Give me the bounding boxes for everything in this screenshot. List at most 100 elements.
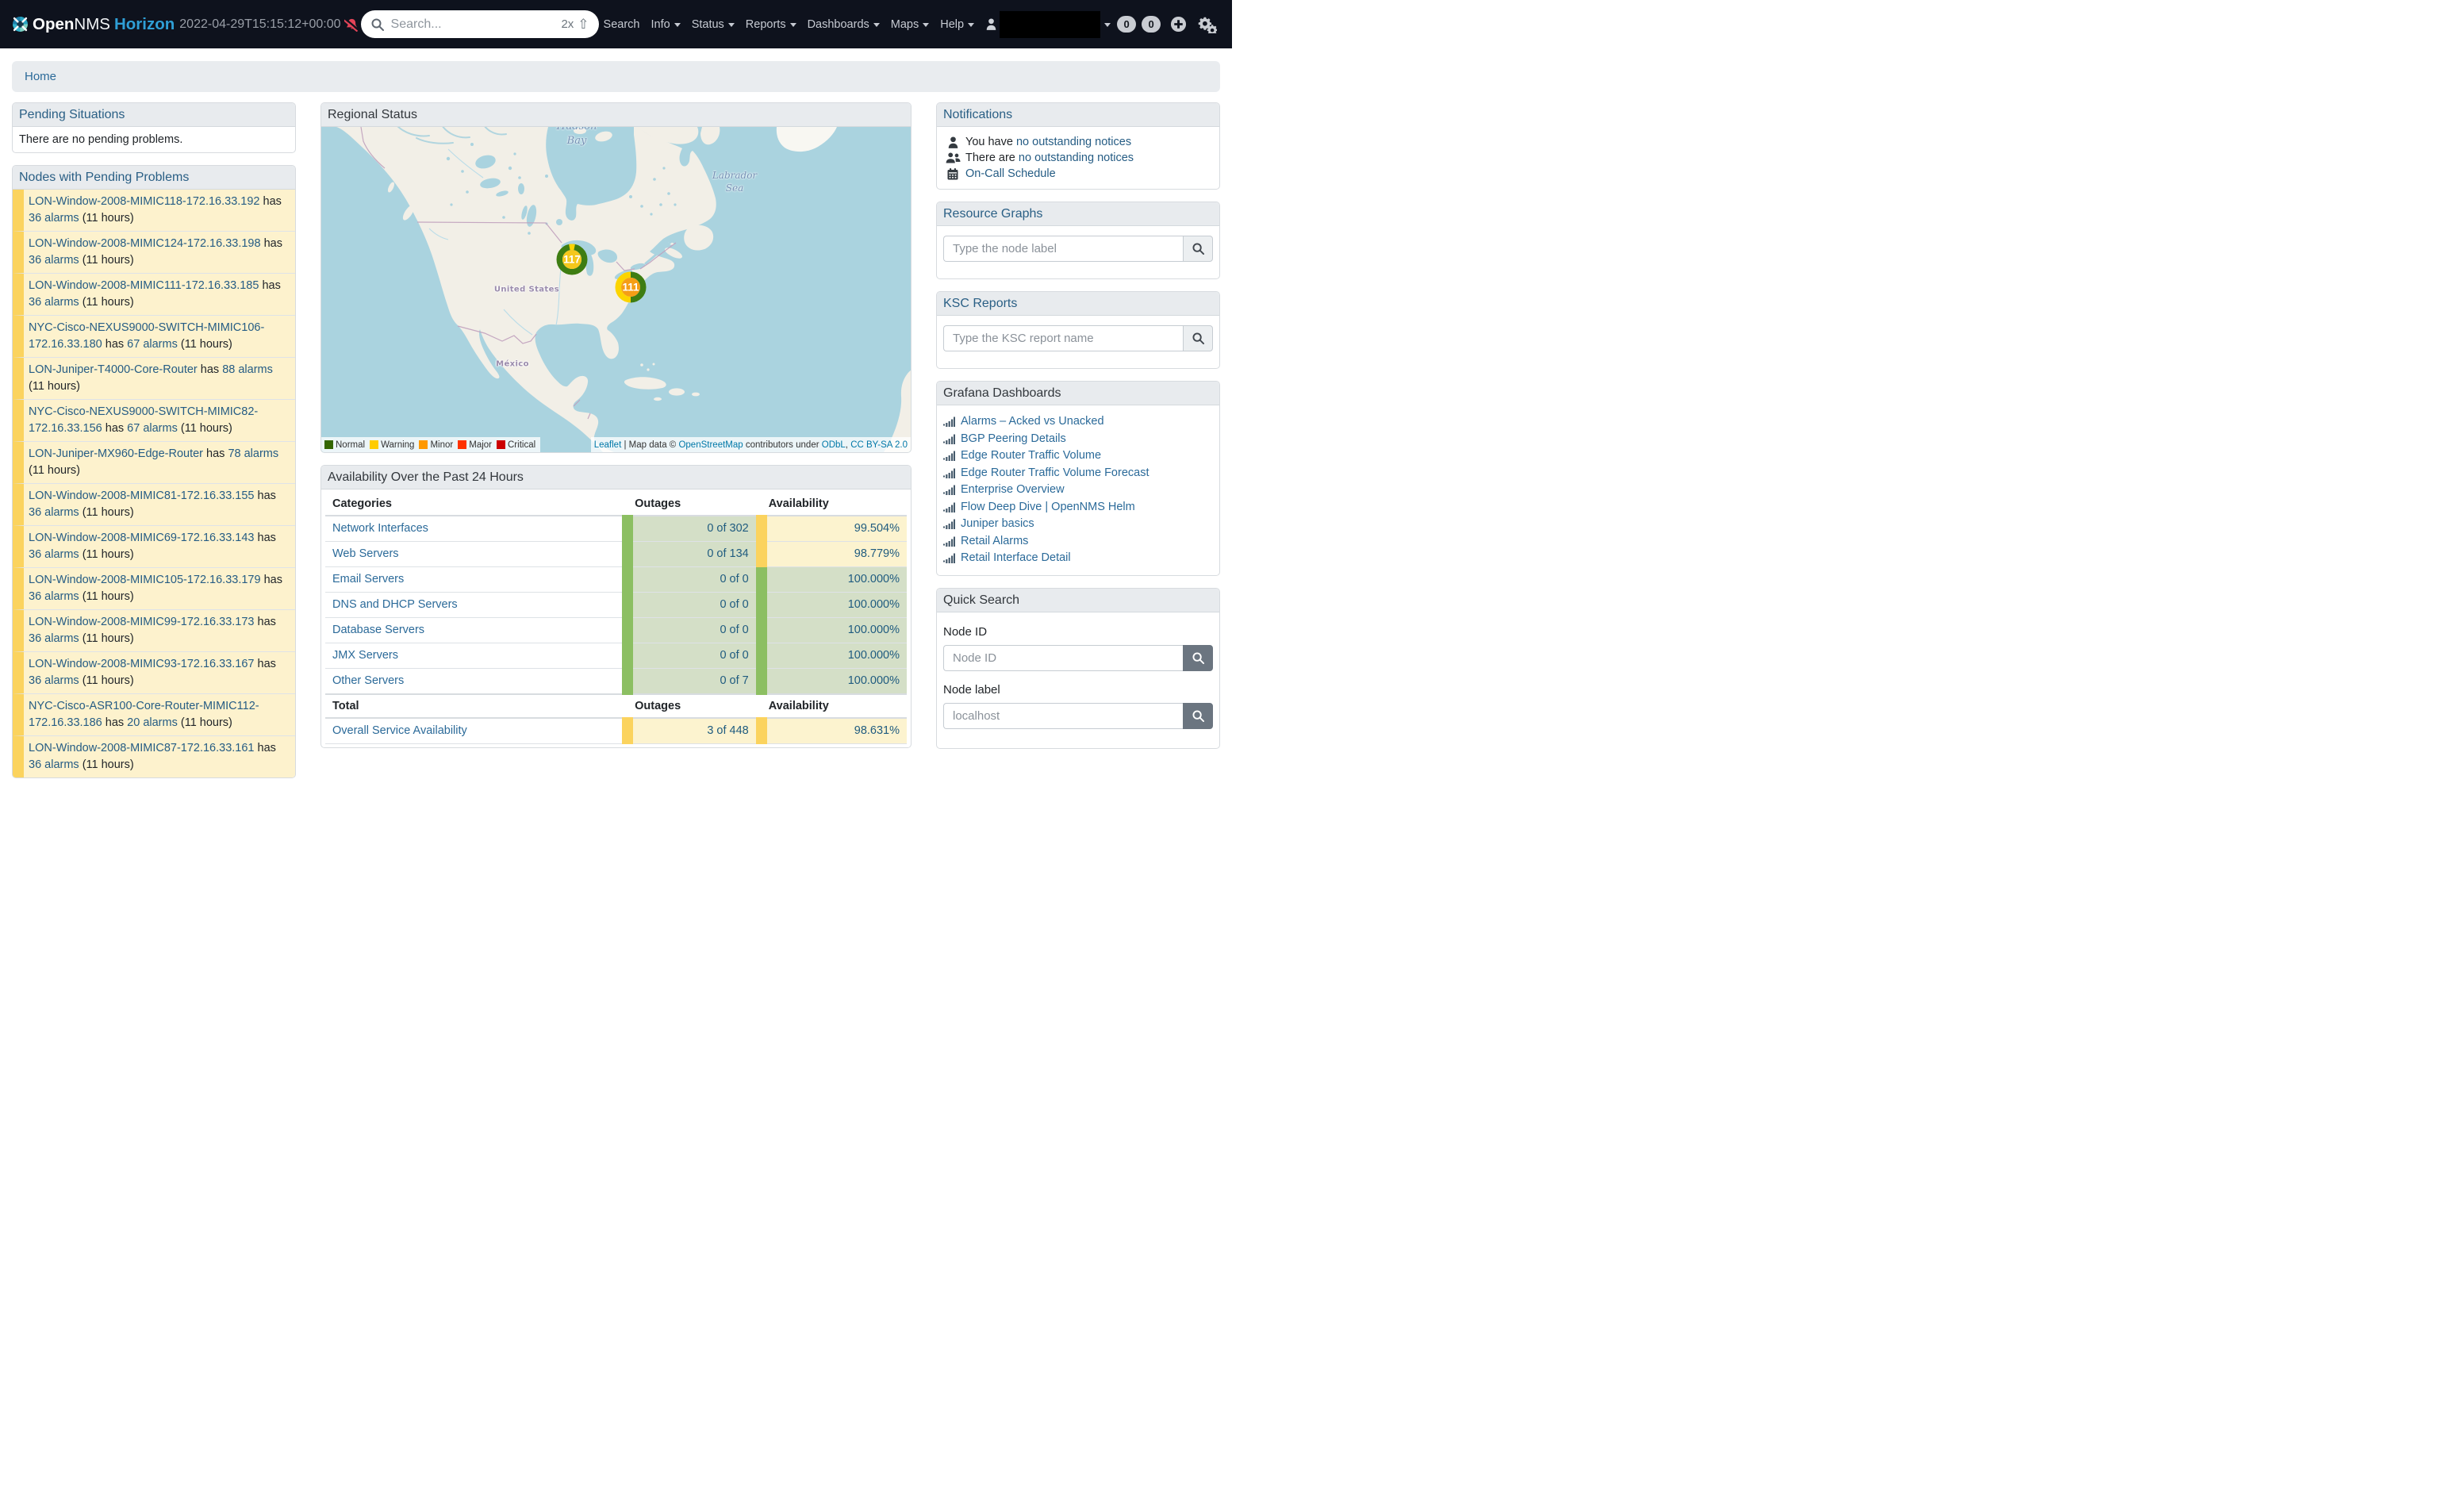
grafana-dashboard-link[interactable]: Alarms – Acked vs Unacked <box>961 413 1104 431</box>
alarms-link[interactable]: 36 alarms <box>29 548 79 561</box>
node-id-search-button[interactable] <box>1183 645 1213 671</box>
leaflet-link[interactable]: Leaflet <box>594 440 622 450</box>
node-link[interactable]: LON-Window-2008-MIMIC111-172.16.33.185 <box>29 279 259 292</box>
grafana-dashboard-link[interactable]: Edge Router Traffic Volume <box>961 447 1101 465</box>
user-notices-link[interactable]: no outstanding notices <box>1016 136 1131 148</box>
legend-label: Major <box>469 440 492 450</box>
user-menu[interactable] <box>986 11 1111 38</box>
nav-item-status[interactable]: Status <box>686 18 740 31</box>
node-link[interactable]: LON-Window-2008-MIMIC81-172.16.33.155 <box>29 489 255 502</box>
node-link[interactable]: LON-Window-2008-MIMIC124-172.16.33.198 <box>29 237 261 250</box>
nav-item-dashboards[interactable]: Dashboards <box>802 18 885 31</box>
alarms-link[interactable]: 36 alarms <box>29 758 79 771</box>
oncall-schedule-link[interactable]: On-Call Schedule <box>965 167 1056 180</box>
grafana-dashboard-link[interactable]: Retail Alarms <box>961 533 1028 551</box>
nav-item-info[interactable]: Info <box>646 18 686 31</box>
notifications-muted-bell-icon[interactable] <box>344 17 359 32</box>
quick-add-button[interactable] <box>1170 16 1187 33</box>
grafana-dashboard-link[interactable]: Edge Router Traffic Volume Forecast <box>961 465 1149 482</box>
resource-graphs-search-input[interactable] <box>943 236 1183 262</box>
notice-count-badge[interactable]: 0 <box>1117 16 1136 33</box>
ksc-search-button[interactable] <box>1183 325 1213 351</box>
grafana-dashboard-link[interactable]: Flow Deep Dive | OpenNMS Helm <box>961 499 1135 516</box>
alarms-link[interactable]: 36 alarms <box>29 590 79 603</box>
alarms-link[interactable]: 78 alarms <box>228 447 278 460</box>
map-marker-117[interactable]: 117 <box>557 244 588 275</box>
notifications-title[interactable]: Notifications <box>943 108 1012 121</box>
nav-item-help[interactable]: Help <box>935 18 980 31</box>
nav-item-reports[interactable]: Reports <box>740 18 802 31</box>
bar-chart-icon <box>943 451 957 461</box>
users-icon <box>945 152 961 163</box>
username-redacted <box>1000 11 1100 38</box>
node-id-input[interactable] <box>943 645 1183 671</box>
user-notices-text: You have no outstanding notices <box>965 134 1131 150</box>
global-search[interactable]: 2x⇧ <box>361 10 599 38</box>
legend-normal-swatch <box>324 440 333 449</box>
brand[interactable]: OpenNMSHorizon <box>13 15 175 34</box>
pending-situations-body: There are no pending problems. <box>13 127 295 152</box>
grafana-dashboard-link[interactable]: BGP Peering Details <box>961 431 1066 448</box>
table-row: Email Servers 0 of 0 100.000% <box>325 567 907 593</box>
category-link[interactable]: DNS and DHCP Servers <box>332 598 458 611</box>
alarms-link[interactable]: 20 alarms <box>127 716 178 729</box>
search-input[interactable] <box>391 17 562 32</box>
node-link[interactable]: LON-Window-2008-MIMIC105-172.16.33.179 <box>29 574 261 586</box>
grafana-dashboard-link[interactable]: Enterprise Overview <box>961 482 1065 499</box>
map-marker-111[interactable]: 111 <box>616 272 647 303</box>
category-link[interactable]: Network Interfaces <box>332 522 428 535</box>
osm-link[interactable]: OpenStreetMap <box>678 440 743 450</box>
search-icon <box>1192 332 1204 344</box>
alarms-link[interactable]: 36 alarms <box>29 212 79 225</box>
resource-graphs-title[interactable]: Resource Graphs <box>943 207 1042 221</box>
quick-search-panel: Quick Search Node ID Node label <box>936 588 1220 749</box>
nav-item-maps[interactable]: Maps <box>885 18 935 31</box>
navbar-timestamp: 2022-04-29T15:15:12+00:00 <box>179 17 340 32</box>
pending-situations-title[interactable]: Pending Situations <box>19 108 125 121</box>
node-label-input[interactable] <box>943 703 1183 729</box>
admin-gear-button[interactable] <box>1196 16 1217 33</box>
alarms-link[interactable]: 36 alarms <box>29 254 79 267</box>
odbl-link[interactable]: ODbL <box>822 440 846 450</box>
alarms-link[interactable]: 36 alarms <box>29 632 79 645</box>
node-label-search-button[interactable] <box>1183 703 1213 729</box>
category-link[interactable]: Email Servers <box>332 573 404 585</box>
ksc-reports-title[interactable]: KSC Reports <box>943 297 1017 310</box>
all-notices-link[interactable]: no outstanding notices <box>1019 152 1134 164</box>
node-link[interactable]: LON-Window-2008-MIMIC69-172.16.33.143 <box>29 532 255 544</box>
overall-availability-link[interactable]: Overall Service Availability <box>332 724 467 737</box>
grafana-dashboard-link[interactable]: Retail Interface Detail <box>961 550 1071 567</box>
alarms-link[interactable]: 36 alarms <box>29 296 79 309</box>
category-link[interactable]: JMX Servers <box>332 649 398 662</box>
alarms-link[interactable]: 88 alarms <box>222 363 273 376</box>
search-icon <box>371 18 384 31</box>
alarms-link[interactable]: 36 alarms <box>29 506 79 519</box>
resource-graphs-search-button[interactable] <box>1183 236 1213 262</box>
alarm-count-badge[interactable]: 0 <box>1142 16 1161 33</box>
node-link[interactable]: LON-Window-2008-MIMIC99-172.16.33.173 <box>29 616 255 628</box>
nodes-panel-title[interactable]: Nodes with Pending Problems <box>19 171 189 184</box>
alarm-row: LON-Window-2008-MIMIC99-172.16.33.173 ha… <box>13 610 295 652</box>
regional-status-map[interactable]: HudsonBay LabradorSea United States Méxi… <box>321 127 911 452</box>
alarms-link[interactable]: 67 alarms <box>127 422 178 435</box>
category-link[interactable]: Other Servers <box>332 674 404 687</box>
node-link[interactable]: LON-Juniper-T4000-Core-Router <box>29 363 198 376</box>
ksc-search-input[interactable] <box>943 325 1183 351</box>
grafana-dashboard-link[interactable]: Juniper basics <box>961 516 1034 533</box>
node-link[interactable]: LON-Juniper-MX960-Edge-Router <box>29 447 203 460</box>
search-shortcut-hint: 2x⇧ <box>561 17 589 33</box>
node-link[interactable]: LON-Window-2008-MIMIC93-172.16.33.167 <box>29 658 255 670</box>
category-link[interactable]: Web Servers <box>332 547 399 560</box>
ccbysa-link[interactable]: CC BY-SA 2.0 <box>850 440 908 450</box>
node-link[interactable]: LON-Window-2008-MIMIC118-172.16.33.192 <box>29 195 260 208</box>
legend-label: Normal <box>336 440 365 450</box>
node-link[interactable]: LON-Window-2008-MIMIC87-172.16.33.161 <box>29 742 255 754</box>
alarms-link[interactable]: 67 alarms <box>127 338 178 351</box>
nav-item-search[interactable]: Search <box>600 18 646 31</box>
marker-count: 111 <box>616 272 647 303</box>
category-link[interactable]: Database Servers <box>332 624 424 636</box>
alarms-link[interactable]: 36 alarms <box>29 674 79 687</box>
table-row: Other Servers 0 of 7 100.000% <box>325 669 907 695</box>
table-row: DNS and DHCP Servers 0 of 0 100.000% <box>325 593 907 618</box>
breadcrumb-home[interactable]: Home <box>25 70 56 83</box>
